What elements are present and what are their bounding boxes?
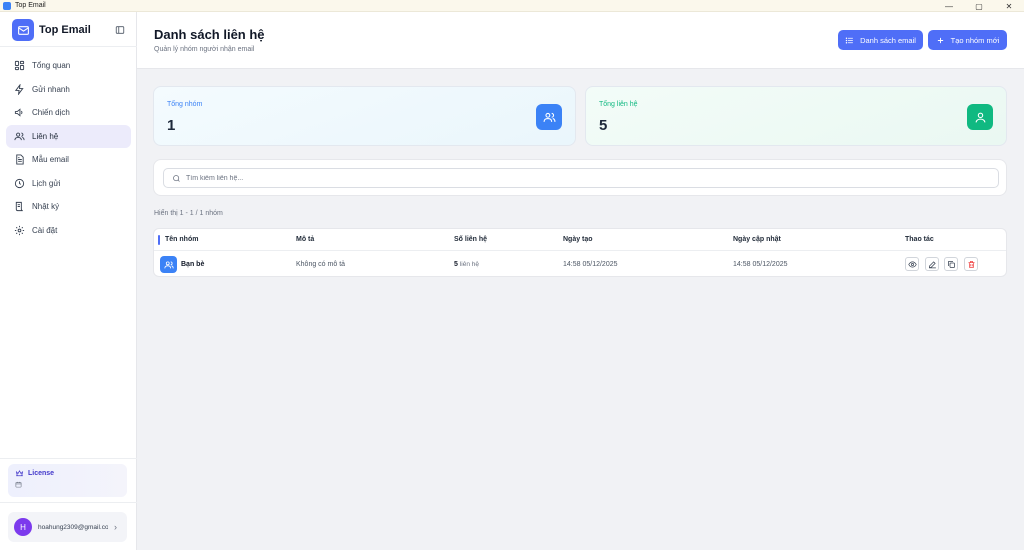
bolt-icon <box>14 83 24 95</box>
column-header-actions: Thao tác <box>905 236 934 243</box>
clock-icon <box>14 178 25 188</box>
search-box <box>163 168 999 188</box>
users-icon <box>14 132 25 140</box>
gear-icon <box>14 225 25 235</box>
column-header-name[interactable]: Tên nhóm <box>165 236 198 243</box>
stat-value: 5 <box>599 117 608 134</box>
users-icon <box>160 256 177 273</box>
search-icon <box>173 174 180 182</box>
brand[interactable]: Top Email <box>12 18 130 42</box>
license-title: License <box>28 470 55 477</box>
sidebar-item-label: Mẫu email <box>32 155 69 164</box>
stat-card-groups: Tổng nhóm 1 <box>153 86 576 146</box>
app-icon <box>3 1 11 10</box>
sidebar-item-label: Liên hệ <box>32 131 59 141</box>
sidebar-item-templates[interactable]: Mẫu email <box>6 148 131 171</box>
sidebar-item-label: Gửi nhanh <box>32 84 70 94</box>
column-header-count: Số liên hệ <box>454 236 488 243</box>
user-profile[interactable]: H hoahung2309@gmail.com › <box>8 512 127 542</box>
list-icon <box>845 37 853 43</box>
group-updated-at: 14:58 05/12/2025 <box>733 261 788 268</box>
megaphone-icon <box>14 108 23 117</box>
column-header-updated: Ngày cập nhật <box>733 236 781 243</box>
document-icon <box>16 154 24 165</box>
duplicate-button[interactable] <box>944 257 958 271</box>
sidebar-item-schedule[interactable]: Lịch gửi <box>6 172 131 195</box>
header-accent-bar <box>158 235 160 245</box>
table-row[interactable]: Bạn bè Không có mô tả 5 liên hệ 14:58 05… <box>154 252 1006 277</box>
delete-button[interactable] <box>964 257 978 271</box>
copy-icon <box>947 260 955 268</box>
scroll-icon <box>15 201 23 212</box>
search-card <box>153 159 1007 196</box>
user-icon <box>967 104 993 130</box>
avatar: H <box>14 518 32 536</box>
crown-icon <box>15 470 24 477</box>
calendar-icon <box>15 481 22 488</box>
user-email: hoahung2309@gmail.com <box>38 523 108 531</box>
pagination-summary: Hiển thị 1 - 1 / 1 nhóm <box>154 210 223 217</box>
count-unit: liên hệ <box>459 261 480 268</box>
view-button[interactable] <box>905 257 919 271</box>
column-header-description: Mô tả <box>296 236 315 243</box>
plus-icon <box>937 37 943 43</box>
stat-label: Tổng nhóm <box>167 101 203 108</box>
stat-value: 1 <box>167 117 176 134</box>
sidebar: Top Email Tổng quan Gửi nhanh Chiến dịch… <box>0 12 137 550</box>
column-header-created: Ngày tạo <box>563 236 593 243</box>
page-title: Danh sách liên hệ <box>154 27 265 42</box>
trash-icon <box>968 260 974 268</box>
mail-logo-icon <box>12 19 34 41</box>
eye-icon <box>907 260 917 268</box>
sidebar-divider <box>0 46 137 47</box>
edit-button[interactable] <box>925 257 939 271</box>
sidebar-item-contacts[interactable]: Liên hệ <box>6 124 131 148</box>
search-input[interactable] <box>186 174 966 182</box>
table-header: Tên nhóm Mô tả Số liên hệ Ngày tạo Ngày … <box>154 229 1006 251</box>
brand-name: Top Email <box>39 24 91 36</box>
page-subtitle: Quản lý nhóm người nhận email <box>154 46 255 53</box>
sidebar-nav: Tổng quan Gửi nhanh Chiến dịch Liên hệ M… <box>6 54 131 242</box>
minimize-button[interactable]: — <box>934 0 964 12</box>
maximize-button[interactable]: ▢ <box>964 0 994 12</box>
grid-icon <box>14 60 25 71</box>
email-list-button[interactable]: Danh sách email <box>838 30 923 50</box>
sidebar-item-label: Nhật ký <box>32 202 60 211</box>
stat-label: Tổng liên hệ <box>599 101 638 108</box>
sidebar-item-label: Chiến dịch <box>32 108 70 117</box>
count-value: 5 <box>454 261 458 268</box>
group-contact-count: 5 liên hệ <box>454 261 479 268</box>
users-icon <box>536 104 562 130</box>
sidebar-item-label: Tổng quan <box>32 61 71 70</box>
window-titlebar: Top Email — ▢ ✕ <box>0 0 1024 12</box>
sidebar-item-campaigns[interactable]: Chiến dịch <box>6 101 131 124</box>
close-button[interactable]: ✕ <box>994 0 1024 12</box>
window-controls: — ▢ ✕ <box>934 0 1024 12</box>
license-card[interactable]: License <box>8 464 127 497</box>
sidebar-divider <box>0 502 137 503</box>
group-description: Không có mô tả <box>296 261 346 268</box>
sidebar-item-dashboard[interactable]: Tổng quan <box>6 54 131 77</box>
sidebar-item-label: Cài đặt <box>32 225 58 235</box>
window-title: Top Email <box>15 2 46 9</box>
group-name: Bạn bè <box>181 261 205 268</box>
chevron-right-icon: › <box>114 522 117 532</box>
group-created-at: 14:58 05/12/2025 <box>563 261 618 268</box>
groups-table: Tên nhóm Mô tả Số liên hệ Ngày tạo Ngày … <box>153 228 1007 277</box>
page-header: Danh sách liên hệ Quản lý nhóm người nhậ… <box>137 12 1024 69</box>
create-group-button[interactable]: Tạo nhóm mới <box>928 30 1007 50</box>
stat-card-contacts: Tổng liên hệ 5 <box>585 86 1007 146</box>
sidebar-item-quick-send[interactable]: Gửi nhanh <box>6 78 131 101</box>
sidebar-item-label: Lịch gửi <box>32 178 61 188</box>
sidebar-collapse-icon[interactable] <box>114 24 126 36</box>
sidebar-item-logs[interactable]: Nhật ký <box>6 195 131 218</box>
edit-icon <box>928 260 936 268</box>
sidebar-item-settings[interactable]: Cài đặt <box>6 219 131 242</box>
sidebar-divider <box>0 458 137 459</box>
